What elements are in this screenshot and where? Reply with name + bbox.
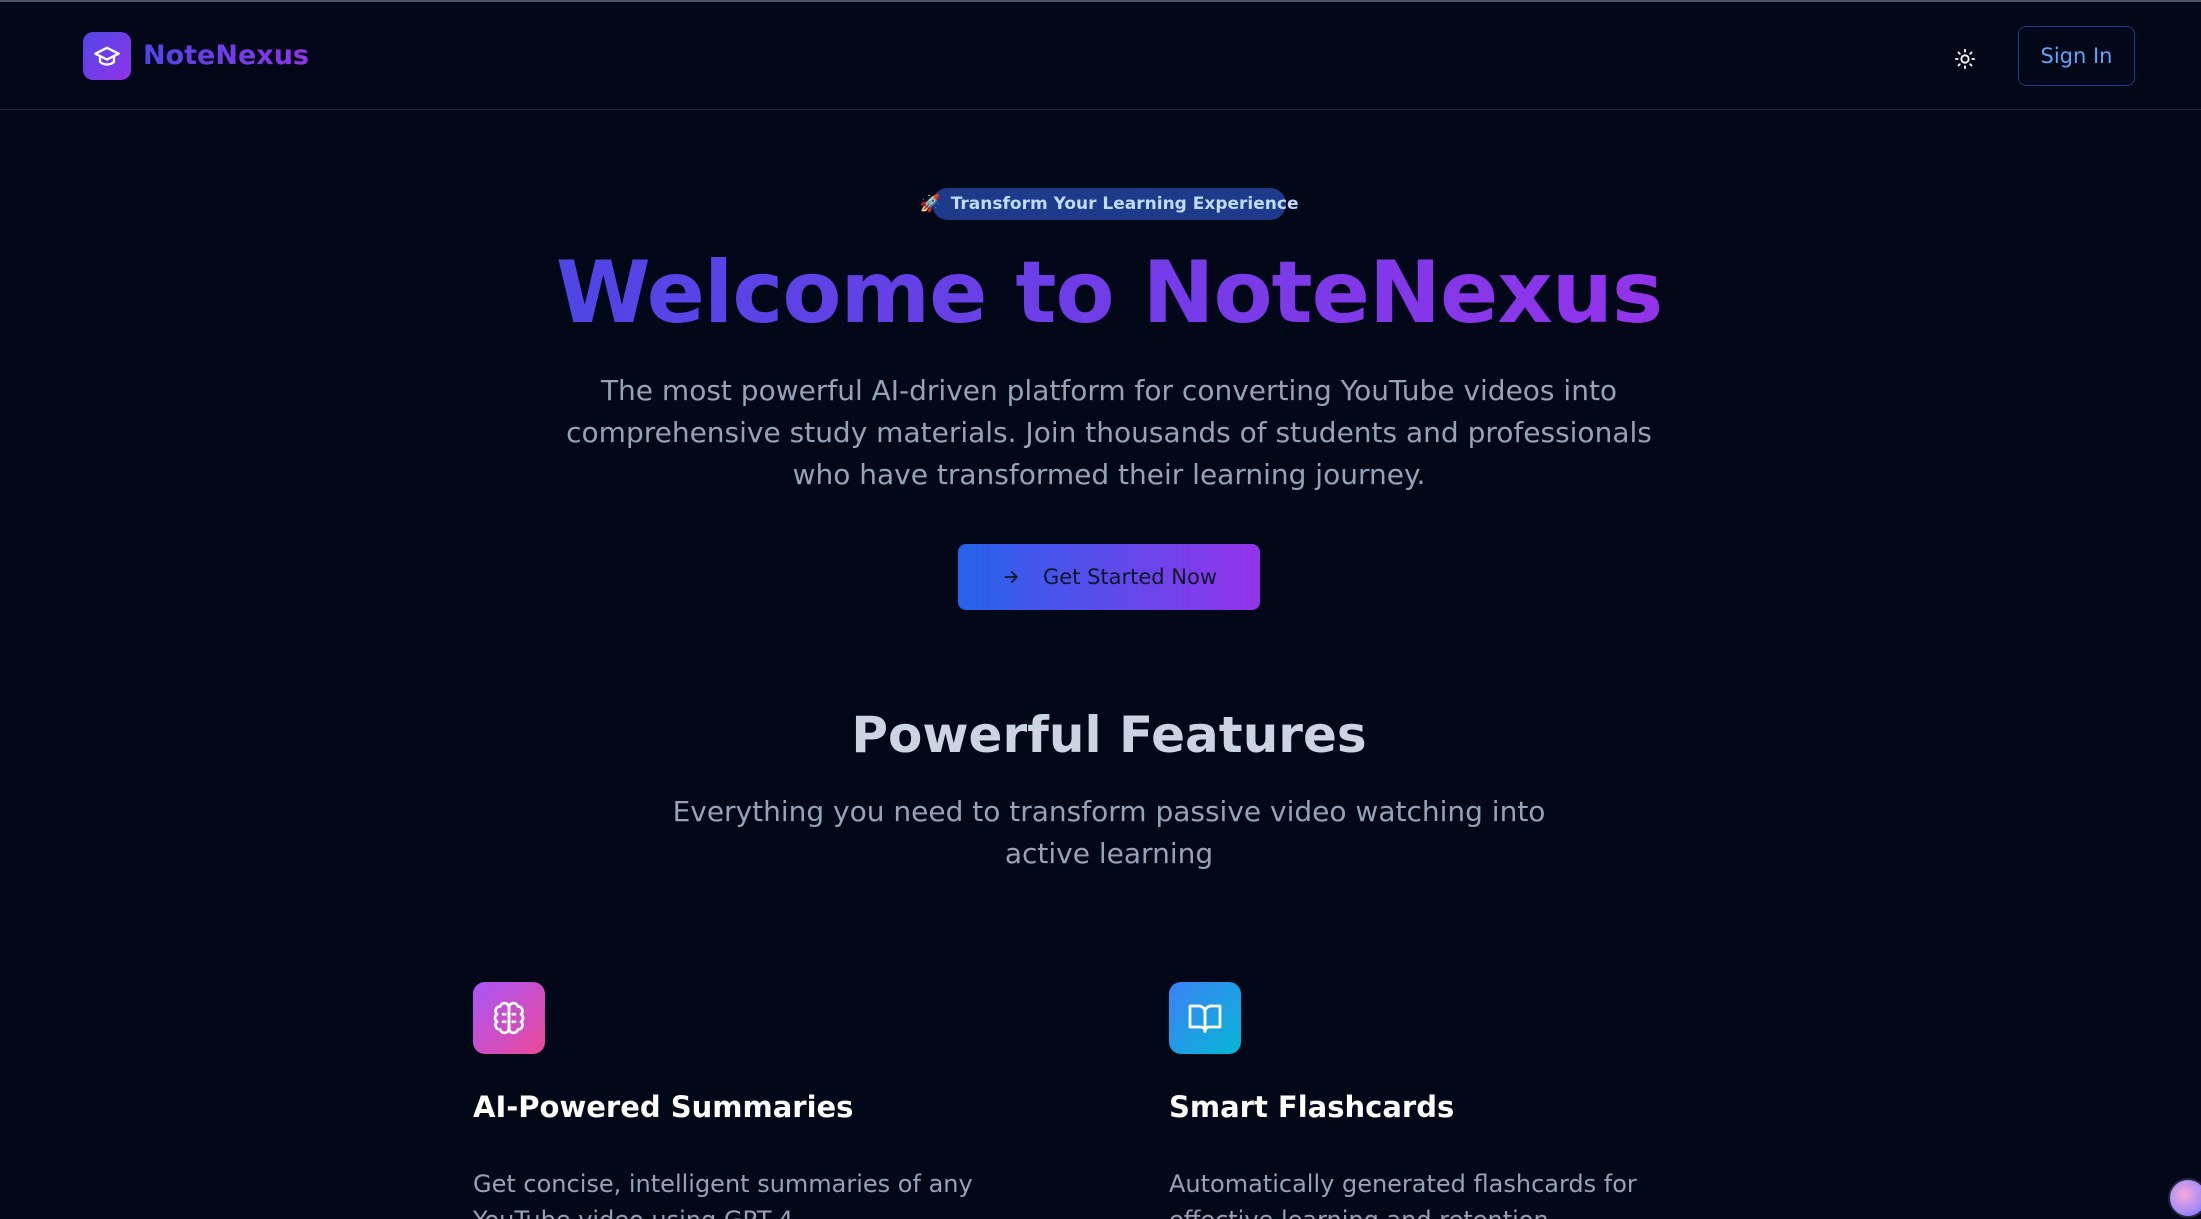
- feature-title: AI-Powered Summaries: [473, 1090, 854, 1124]
- logo-badge[interactable]: [83, 32, 131, 80]
- feature-description: Automatically generated flashcards for e…: [1169, 1170, 1637, 1219]
- hero-badge: 🚀 Transform Your Learning Experience: [920, 188, 1298, 220]
- sign-in-button[interactable]: Sign In: [2018, 26, 2135, 86]
- book-open-icon: [1188, 1004, 1222, 1033]
- graduation-cap-icon: [94, 46, 120, 66]
- feature-title: Smart Flashcards: [1169, 1090, 1455, 1124]
- theme-toggle-button[interactable]: [1947, 41, 1983, 77]
- avatar[interactable]: [2168, 1178, 2201, 1218]
- features-subtitle: Everything you need to transform passive…: [672, 795, 1546, 870]
- sun-icon: [1954, 48, 1976, 70]
- arrow-right-icon: [1004, 571, 1018, 583]
- feature-card-icon-box: [473, 982, 545, 1054]
- rocket-icon: 🚀: [919, 194, 941, 214]
- features-title: Powerful Features: [851, 706, 1367, 764]
- brand-name[interactable]: NoteNexus: [143, 40, 309, 71]
- feature-card-icon-box: [1169, 982, 1241, 1054]
- feature-description: Get concise, intelligent summaries of an…: [473, 1170, 973, 1219]
- get-started-label: Get Started Now: [1042, 565, 1218, 589]
- hero-badge-text: Transform Your Learning Experience: [950, 194, 1299, 214]
- get-started-button[interactable]: Get Started Now: [958, 544, 1260, 610]
- hero-subtitle: The most powerful AI-driven platform for…: [566, 374, 1652, 491]
- brain-icon: [493, 1001, 525, 1035]
- top-navbar: NoteNexus Sign In: [0, 2, 2201, 110]
- hero-title: Welcome to NoteNexus: [555, 243, 1663, 343]
